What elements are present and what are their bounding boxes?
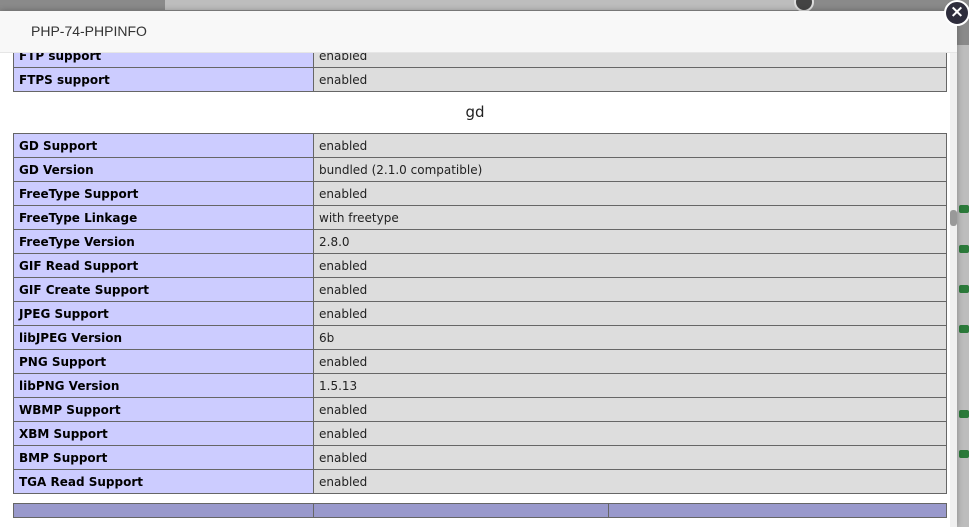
setting-value: 6b — [313, 325, 947, 350]
setting-value: 2.8.0 — [313, 229, 947, 254]
setting-name: BMP Support — [13, 445, 314, 470]
setting-value: 1.5.13 — [313, 373, 947, 398]
table-row: FreeType Support enabled — [13, 181, 947, 206]
background-status-mark — [959, 245, 969, 253]
setting-value: enabled — [313, 469, 947, 494]
table-row: WBMP Support enabled — [13, 397, 947, 422]
setting-name: FreeType Linkage — [13, 205, 314, 230]
phpinfo-content: FTP support enabled FTPS support enabled gd… — [0, 53, 950, 518]
setting-name: WBMP Support — [13, 397, 314, 422]
setting-value: enabled — [313, 53, 947, 68]
next-section-header — [13, 503, 947, 518]
setting-value: enabled — [313, 349, 947, 374]
gd-info-table: GD Support enabled GD Version bundled (2.1.… — [13, 133, 947, 494]
background-status-mark — [959, 325, 969, 333]
table-header-cell — [313, 503, 609, 518]
setting-value: enabled — [313, 253, 947, 278]
setting-value: enabled — [313, 181, 947, 206]
dialog-title: PHP-74-PHPINFO — [31, 23, 147, 39]
setting-value: enabled — [313, 421, 947, 446]
setting-value: enabled — [313, 277, 947, 302]
setting-name: GD Support — [13, 133, 314, 158]
table-row: GIF Read Support enabled — [13, 253, 947, 278]
setting-value: with freetype — [313, 205, 947, 230]
table-row: FTP support enabled — [13, 53, 947, 68]
setting-value: bundled (2.1.0 compatible) — [313, 157, 947, 182]
background-page-header — [165, 0, 805, 10]
table-row: PNG Support enabled — [13, 349, 947, 374]
background-status-mark — [959, 410, 969, 418]
phpinfo-dialog: PHP-74-PHPINFO FTP support enabled FTPS su… — [0, 11, 957, 527]
background-page-edge — [957, 45, 969, 527]
setting-value: enabled — [313, 67, 947, 92]
table-row: JPEG Support enabled — [13, 301, 947, 326]
table-row: XBM Support enabled — [13, 421, 947, 446]
background-status-mark — [959, 205, 969, 213]
setting-name: libPNG Version — [13, 373, 314, 398]
setting-name: FreeType Version — [13, 229, 314, 254]
table-row: TGA Read Support enabled — [13, 469, 947, 494]
background-status-mark — [959, 450, 969, 458]
scrollbar-thumb[interactable] — [950, 210, 957, 226]
section-title-gd: gd — [465, 103, 485, 121]
table-row: FTPS support enabled — [13, 67, 947, 92]
dialog-header: PHP-74-PHPINFO — [0, 11, 957, 53]
table-row: GD Support enabled — [13, 133, 947, 158]
setting-name: GIF Read Support — [13, 253, 314, 278]
setting-name: PNG Support — [13, 349, 314, 374]
setting-name: FTPS support — [13, 67, 314, 92]
close-icon: × — [949, 2, 965, 22]
background-status-mark — [959, 285, 969, 293]
setting-value: enabled — [313, 301, 947, 326]
setting-name: XBM Support — [13, 421, 314, 446]
setting-value: enabled — [313, 445, 947, 470]
table-header-cell — [13, 503, 314, 518]
table-row: BMP Support enabled — [13, 445, 947, 470]
setting-name: GIF Create Support — [13, 277, 314, 302]
table-header-cell — [608, 503, 947, 518]
table-row: FreeType Version 2.8.0 — [13, 229, 947, 254]
setting-value: enabled — [313, 397, 947, 422]
setting-name: TGA Read Support — [13, 469, 314, 494]
setting-name: GD Version — [13, 157, 314, 182]
dialog-scrollbar[interactable] — [950, 53, 957, 527]
setting-name: libJPEG Version — [13, 325, 314, 350]
setting-name: JPEG Support — [13, 301, 314, 326]
setting-value: enabled — [313, 133, 947, 158]
close-button[interactable]: × — [944, 0, 969, 26]
table-row: libPNG Version 1.5.13 — [13, 373, 947, 398]
table-row: GD Version bundled (2.1.0 compatible) — [13, 157, 947, 182]
dialog-body[interactable]: FTP support enabled FTPS support enabled gd… — [0, 53, 950, 527]
table-row: GIF Create Support enabled — [13, 277, 947, 302]
setting-name: FTP support — [13, 53, 314, 68]
setting-name: FreeType Support — [13, 181, 314, 206]
table-row: libJPEG Version 6b — [13, 325, 947, 350]
table-row: FreeType Linkage with freetype — [13, 205, 947, 230]
ftp-info-table: FTP support enabled FTPS support enabled — [13, 53, 947, 92]
